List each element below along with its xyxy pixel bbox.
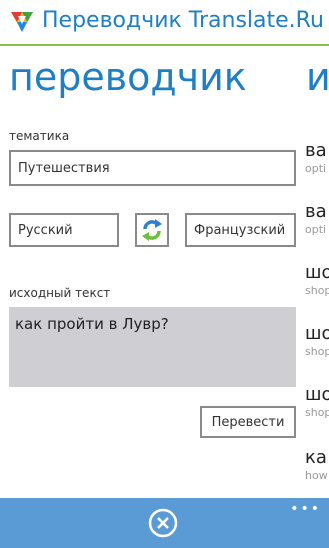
history-item-title: ва <box>305 140 327 161</box>
translate-button[interactable]: Перевести <box>200 406 296 438</box>
history-item-title: шо <box>305 384 329 405</box>
target-language-picker[interactable]: Французский <box>185 213 296 247</box>
history-item-subtitle: shop <box>305 284 329 297</box>
history-item-subtitle: shop <box>305 345 329 358</box>
app-bar: ••• <box>0 498 329 548</box>
close-circle-icon[interactable] <box>148 508 178 538</box>
source-text-input[interactable]: как пройти в Лувр? <box>9 307 296 387</box>
triangle-logo-icon <box>11 12 33 32</box>
topic-label: тематика <box>9 129 70 143</box>
translator-app: Переводчик Translate.Ru переводчик и тем… <box>0 0 329 548</box>
history-item-subtitle: shop <box>305 406 329 419</box>
history-item[interactable]: шо shop <box>305 384 329 420</box>
history-item-subtitle: opti <box>305 223 327 236</box>
history-item-subtitle: how <box>305 469 328 482</box>
source-text-label: исходный текст <box>9 286 111 300</box>
history-item[interactable]: ва opti <box>305 140 329 176</box>
swap-arrows-icon <box>142 219 162 241</box>
history-item-title: ва <box>305 201 327 222</box>
history-item[interactable]: шо shop <box>305 262 329 298</box>
history-item-title: шо <box>305 323 329 344</box>
history-item[interactable]: ва opti <box>305 201 329 237</box>
pivot-header-history[interactable]: и <box>306 54 329 100</box>
history-item-title: ка <box>305 447 327 468</box>
app-title: Переводчик Translate.Ru <box>42 8 324 33</box>
source-language-picker[interactable]: Русский <box>9 213 119 247</box>
swap-languages-button[interactable] <box>135 213 169 247</box>
history-item-subtitle: opti <box>305 162 327 175</box>
topic-field[interactable]: Путешествия <box>9 150 296 186</box>
pivot-header-translator[interactable]: переводчик <box>9 54 247 100</box>
history-item[interactable]: шо shop <box>305 323 329 359</box>
history-item[interactable]: ка how <box>305 447 329 483</box>
more-options-button[interactable]: ••• <box>290 502 321 516</box>
title-bar: Переводчик Translate.Ru <box>0 0 329 46</box>
history-item-title: шо <box>305 262 329 283</box>
